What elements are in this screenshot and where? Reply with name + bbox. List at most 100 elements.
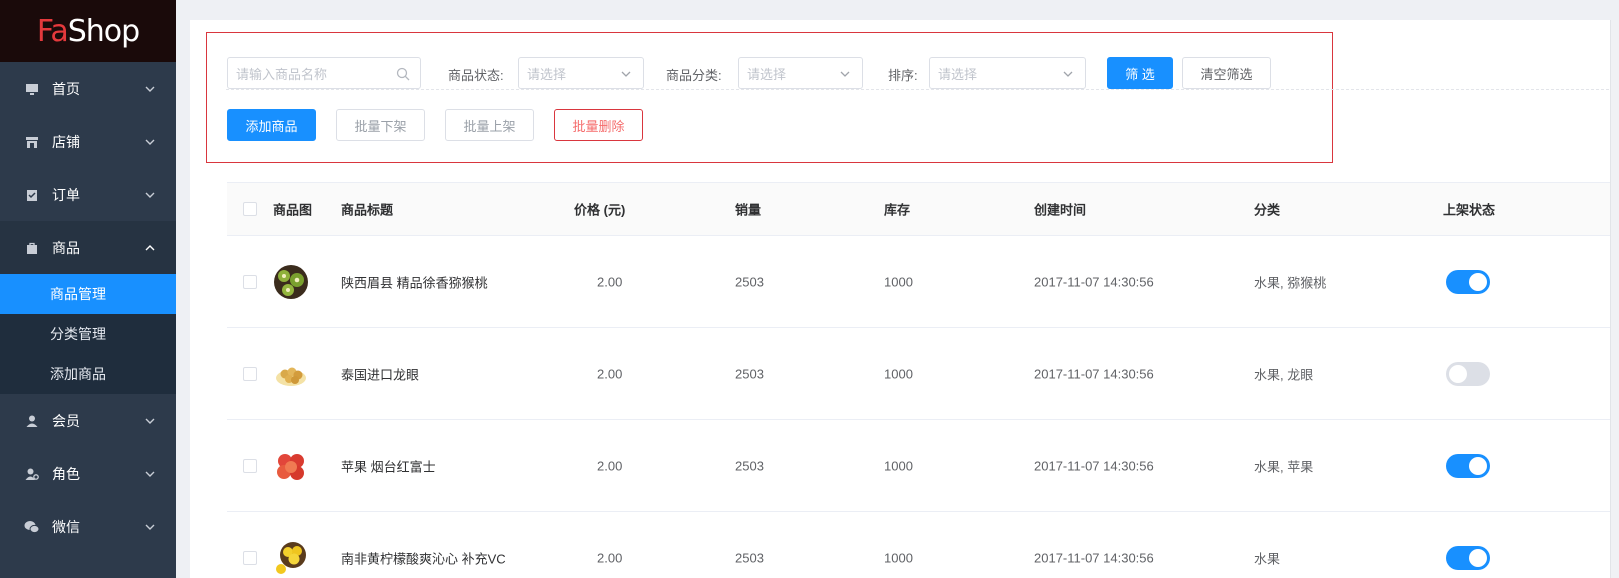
sidebar-subitem-add-product[interactable]: 添加商品 bbox=[0, 354, 176, 394]
product-price: 2.00 bbox=[597, 366, 623, 381]
sidebar: FaShop 首页 店铺 订单 商品 商品管理 分类管理 添加商品 会员 角色 … bbox=[0, 0, 176, 578]
clear-filter-button[interactable]: 清空筛选 bbox=[1182, 57, 1271, 89]
sort-placeholder: 请选择 bbox=[938, 66, 978, 82]
add-product-button[interactable]: 添加商品 bbox=[227, 109, 316, 141]
chevron-down-icon bbox=[145, 524, 155, 530]
row-checkbox[interactable] bbox=[243, 458, 257, 473]
chevron-down-icon bbox=[1063, 71, 1073, 77]
batch-unlist-button[interactable]: 批量下架 bbox=[336, 109, 425, 141]
search-input[interactable]: 请输入商品名称 bbox=[227, 57, 421, 89]
logo-text: FaShop bbox=[36, 13, 140, 49]
main-panel: 请输入商品名称 商品状态: 请选择 商品分类: 请选择 排序: 请选择 筛 选 … bbox=[190, 20, 1619, 578]
column-header-stock[interactable]: 库存 bbox=[884, 200, 910, 219]
product-title[interactable]: 陕西眉县 精品徐香猕猴桃 bbox=[341, 272, 488, 291]
column-header-price[interactable]: 价格 (元) bbox=[574, 200, 625, 219]
table-row: 泰国进口龙眼 2.00 2503 1000 2017-11-07 14:30:5… bbox=[227, 328, 1619, 420]
product-category: 水果, 龙眼 bbox=[1254, 367, 1314, 382]
on-sale-toggle[interactable] bbox=[1446, 545, 1490, 570]
scrollbar[interactable] bbox=[1610, 20, 1619, 578]
longan-image bbox=[273, 356, 309, 392]
search-placeholder: 请输入商品名称 bbox=[236, 66, 328, 82]
sidebar-item-members[interactable]: 会员 bbox=[0, 394, 176, 447]
products-submenu: 商品管理 分类管理 添加商品 bbox=[0, 274, 176, 394]
select-all-checkbox[interactable] bbox=[243, 202, 257, 216]
product-sales: 2503 bbox=[735, 274, 764, 289]
row-checkbox[interactable] bbox=[243, 366, 257, 381]
on-sale-toggle[interactable] bbox=[1446, 361, 1490, 386]
row-checkbox[interactable] bbox=[243, 550, 257, 565]
product-category: 水果, 猕猴桃 bbox=[1254, 275, 1327, 290]
sidebar-item-roles[interactable]: 角色 bbox=[0, 447, 176, 500]
row-checkbox[interactable] bbox=[243, 274, 257, 289]
logo[interactable]: FaShop bbox=[0, 0, 176, 62]
on-sale-toggle[interactable] bbox=[1446, 269, 1490, 294]
product-stock: 1000 bbox=[884, 366, 913, 381]
sidebar-subitem-category-management[interactable]: 分类管理 bbox=[0, 314, 176, 354]
sidebar-item-label: 订单 bbox=[52, 186, 80, 203]
product-stock: 1000 bbox=[884, 458, 913, 473]
table-header: 商品图 商品标题 价格 (元) 销量 库存 创建时间 分类 上架状态 bbox=[227, 182, 1619, 236]
product-created-time: 2017-11-07 14:30:56 bbox=[1034, 550, 1154, 565]
sidebar-subitem-product-management[interactable]: 商品管理 bbox=[0, 274, 176, 314]
product-category: 水果 bbox=[1254, 551, 1281, 566]
sidebar-item-label: 角色 bbox=[52, 465, 80, 482]
product-price: 2.00 bbox=[597, 274, 623, 289]
sort-select[interactable]: 请选择 bbox=[929, 57, 1086, 89]
sidebar-item-label: 店铺 bbox=[52, 133, 80, 150]
chevron-down-icon bbox=[145, 418, 155, 424]
sidebar-item-products[interactable]: 商品 bbox=[0, 221, 176, 274]
category-placeholder: 请选择 bbox=[747, 66, 787, 82]
product-sales: 2503 bbox=[735, 550, 764, 565]
user-settings-icon bbox=[24, 466, 40, 482]
store-icon bbox=[24, 134, 40, 150]
sidebar-item-label: 会员 bbox=[52, 412, 80, 429]
table-row: 南非黄柠檬酸爽沁心 补充VC 2.00 2503 1000 2017-11-07… bbox=[227, 512, 1619, 578]
bag-icon bbox=[24, 240, 40, 256]
on-sale-toggle[interactable] bbox=[1446, 453, 1490, 478]
monitor-icon bbox=[24, 81, 40, 97]
clipboard-icon bbox=[24, 187, 40, 203]
column-header-status: 上架状态 bbox=[1443, 202, 1496, 218]
sidebar-item-store[interactable]: 店铺 bbox=[0, 115, 176, 168]
chevron-down-icon bbox=[145, 471, 155, 477]
lemon-image bbox=[273, 540, 309, 576]
toggle-knob bbox=[1469, 548, 1487, 567]
category-filter-label: 商品分类: bbox=[666, 68, 722, 83]
column-header-category: 分类 bbox=[1254, 202, 1281, 218]
batch-delete-button[interactable]: 批量删除 bbox=[554, 109, 643, 141]
sidebar-item-orders[interactable]: 订单 bbox=[0, 168, 176, 221]
product-sales: 2503 bbox=[735, 366, 764, 381]
sidebar-item-label: 微信 bbox=[52, 518, 80, 535]
column-header-image: 商品图 bbox=[273, 202, 313, 218]
product-stock: 1000 bbox=[884, 550, 913, 565]
product-created-time: 2017-11-07 14:30:56 bbox=[1034, 274, 1154, 289]
category-select[interactable]: 请选择 bbox=[738, 57, 863, 89]
apple-image bbox=[273, 448, 309, 484]
user-icon bbox=[24, 413, 40, 429]
sort-label: 排序: bbox=[888, 68, 918, 83]
search-icon bbox=[396, 67, 410, 81]
chevron-down-icon bbox=[145, 139, 155, 145]
product-table: 商品图 商品标题 价格 (元) 销量 库存 创建时间 分类 上架状态 陕西眉县 … bbox=[227, 182, 1619, 578]
chevron-up-icon bbox=[145, 244, 155, 250]
table-row: 苹果 烟台红富士 2.00 2503 1000 2017-11-07 14:30… bbox=[227, 420, 1619, 512]
product-price: 2.00 bbox=[597, 550, 623, 565]
wechat-icon bbox=[24, 519, 40, 535]
status-placeholder: 请选择 bbox=[527, 66, 567, 82]
batch-list-button[interactable]: 批量上架 bbox=[445, 109, 534, 141]
product-stock: 1000 bbox=[884, 274, 913, 289]
status-filter-label: 商品状态: bbox=[448, 68, 504, 83]
toggle-knob bbox=[1449, 364, 1467, 383]
divider bbox=[226, 89, 1619, 90]
status-select[interactable]: 请选择 bbox=[518, 57, 644, 89]
product-title[interactable]: 泰国进口龙眼 bbox=[341, 364, 419, 383]
product-title[interactable]: 苹果 烟台红富士 bbox=[341, 456, 436, 475]
toggle-knob bbox=[1469, 272, 1487, 291]
sidebar-item-home[interactable]: 首页 bbox=[0, 62, 176, 115]
column-header-created[interactable]: 创建时间 bbox=[1034, 200, 1086, 219]
filter-button[interactable]: 筛 选 bbox=[1107, 57, 1173, 89]
product-created-time: 2017-11-07 14:30:56 bbox=[1034, 458, 1154, 473]
sidebar-item-wechat[interactable]: 微信 bbox=[0, 500, 176, 553]
column-header-sales[interactable]: 销量 bbox=[735, 200, 761, 219]
product-title[interactable]: 南非黄柠檬酸爽沁心 补充VC bbox=[341, 548, 506, 567]
